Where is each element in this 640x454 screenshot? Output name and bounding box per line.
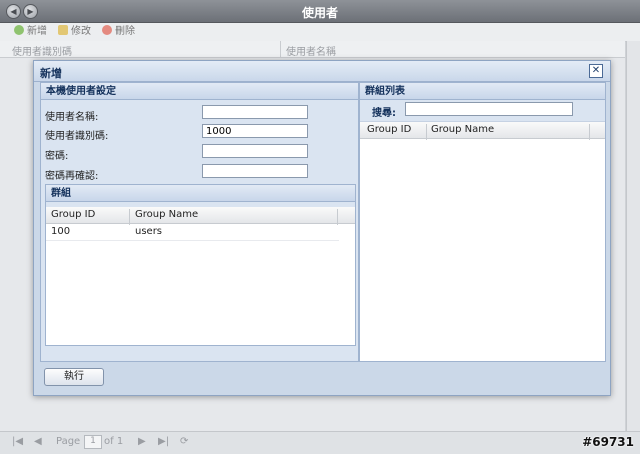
add-icon xyxy=(14,25,24,35)
delete-icon xyxy=(102,25,112,35)
groups-col-id[interactable]: Group ID xyxy=(51,209,95,220)
group-list-col-name[interactable]: Group Name xyxy=(431,124,494,135)
confirm-password-field[interactable] xyxy=(202,164,308,178)
delete-button[interactable]: 刪除 xyxy=(102,25,135,39)
next-page-icon[interactable]: ▶ xyxy=(138,436,146,447)
edit-icon xyxy=(58,25,68,35)
edit-label: 修改 xyxy=(71,26,91,37)
username-label: 使用者名稱: xyxy=(45,112,99,123)
edit-button[interactable]: 修改 xyxy=(58,25,91,39)
refresh-icon[interactable]: ⟳ xyxy=(180,436,188,447)
last-page-icon[interactable]: ▶| xyxy=(158,436,169,447)
add-label: 新增 xyxy=(27,26,47,37)
window-title: 使用者 xyxy=(301,6,338,20)
groups-col-name[interactable]: Group Name xyxy=(135,209,198,220)
add-button[interactable]: 新增 xyxy=(14,25,47,39)
prev-page-icon[interactable]: ◀ xyxy=(34,436,42,447)
local-user-settings-panel: 本機使用者設定 使用者名稱: 使用者識別碼: 密碼: 密碼再確認: 群組 Gro… xyxy=(40,82,359,362)
search-label: 搜尋: xyxy=(372,108,396,119)
confirm-password-label: 密碼再確認: xyxy=(45,171,99,182)
table-row[interactable]: 100 users xyxy=(46,224,339,241)
group-name-cell: users xyxy=(135,226,163,237)
groups-header: 群組 xyxy=(46,185,355,202)
background-grid-header: 使用者識別碼 使用者名稱 xyxy=(0,41,625,58)
groups-grid-header: Group ID Group Name xyxy=(46,207,355,225)
toolbar: 新增 修改 刪除 xyxy=(0,23,640,42)
uid-label: 使用者識別碼: xyxy=(45,131,109,142)
window-titlebar: ◀ ▶ 使用者 xyxy=(0,0,640,23)
password-field[interactable] xyxy=(202,144,308,158)
of-pages-label: of 1 xyxy=(104,436,124,447)
column-divider xyxy=(280,41,281,57)
page-number-input[interactable]: 1 xyxy=(84,435,102,449)
group-id-cell: 100 xyxy=(51,226,71,237)
local-settings-header: 本機使用者設定 xyxy=(41,83,358,100)
group-list-header: 群組列表 xyxy=(360,83,605,100)
add-user-dialog: 新增 ✕ 本機使用者設定 使用者名稱: 使用者識別碼: 密碼: 密碼再確認: 群… xyxy=(33,60,611,396)
group-list-grid-header: Group ID Group Name xyxy=(360,122,605,140)
search-input[interactable] xyxy=(405,102,573,116)
groups-section: 群組 Group ID Group Name 100 users xyxy=(45,184,356,346)
password-label: 密碼: xyxy=(45,151,69,162)
pager: |◀ ◀ Page 1 of 1 ▶ ▶| ⟳ xyxy=(0,431,640,454)
group-list-col-id[interactable]: Group ID xyxy=(367,124,411,135)
group-list-panel: 群組列表 搜尋: Group ID Group Name xyxy=(359,82,606,362)
dialog-footer: 執行 xyxy=(34,362,610,395)
dialog-titlebar[interactable]: 新增 ✕ xyxy=(34,61,610,82)
username-field[interactable] xyxy=(202,105,308,119)
execute-button[interactable]: 執行 xyxy=(44,368,104,386)
first-page-icon[interactable]: |◀ xyxy=(12,436,23,447)
page-label: Page xyxy=(56,436,81,447)
search-bar: 搜尋: xyxy=(360,100,605,122)
dialog-title: 新增 xyxy=(40,67,62,80)
watermark-text: #69731 xyxy=(582,435,634,449)
bg-col-username[interactable]: 使用者名稱 xyxy=(286,43,336,58)
delete-label: 刪除 xyxy=(115,26,135,37)
close-icon[interactable]: ✕ xyxy=(589,64,603,78)
bg-col-uid[interactable]: 使用者識別碼 xyxy=(12,43,72,58)
uid-field[interactable] xyxy=(202,124,308,138)
scrollbar[interactable] xyxy=(626,41,640,431)
